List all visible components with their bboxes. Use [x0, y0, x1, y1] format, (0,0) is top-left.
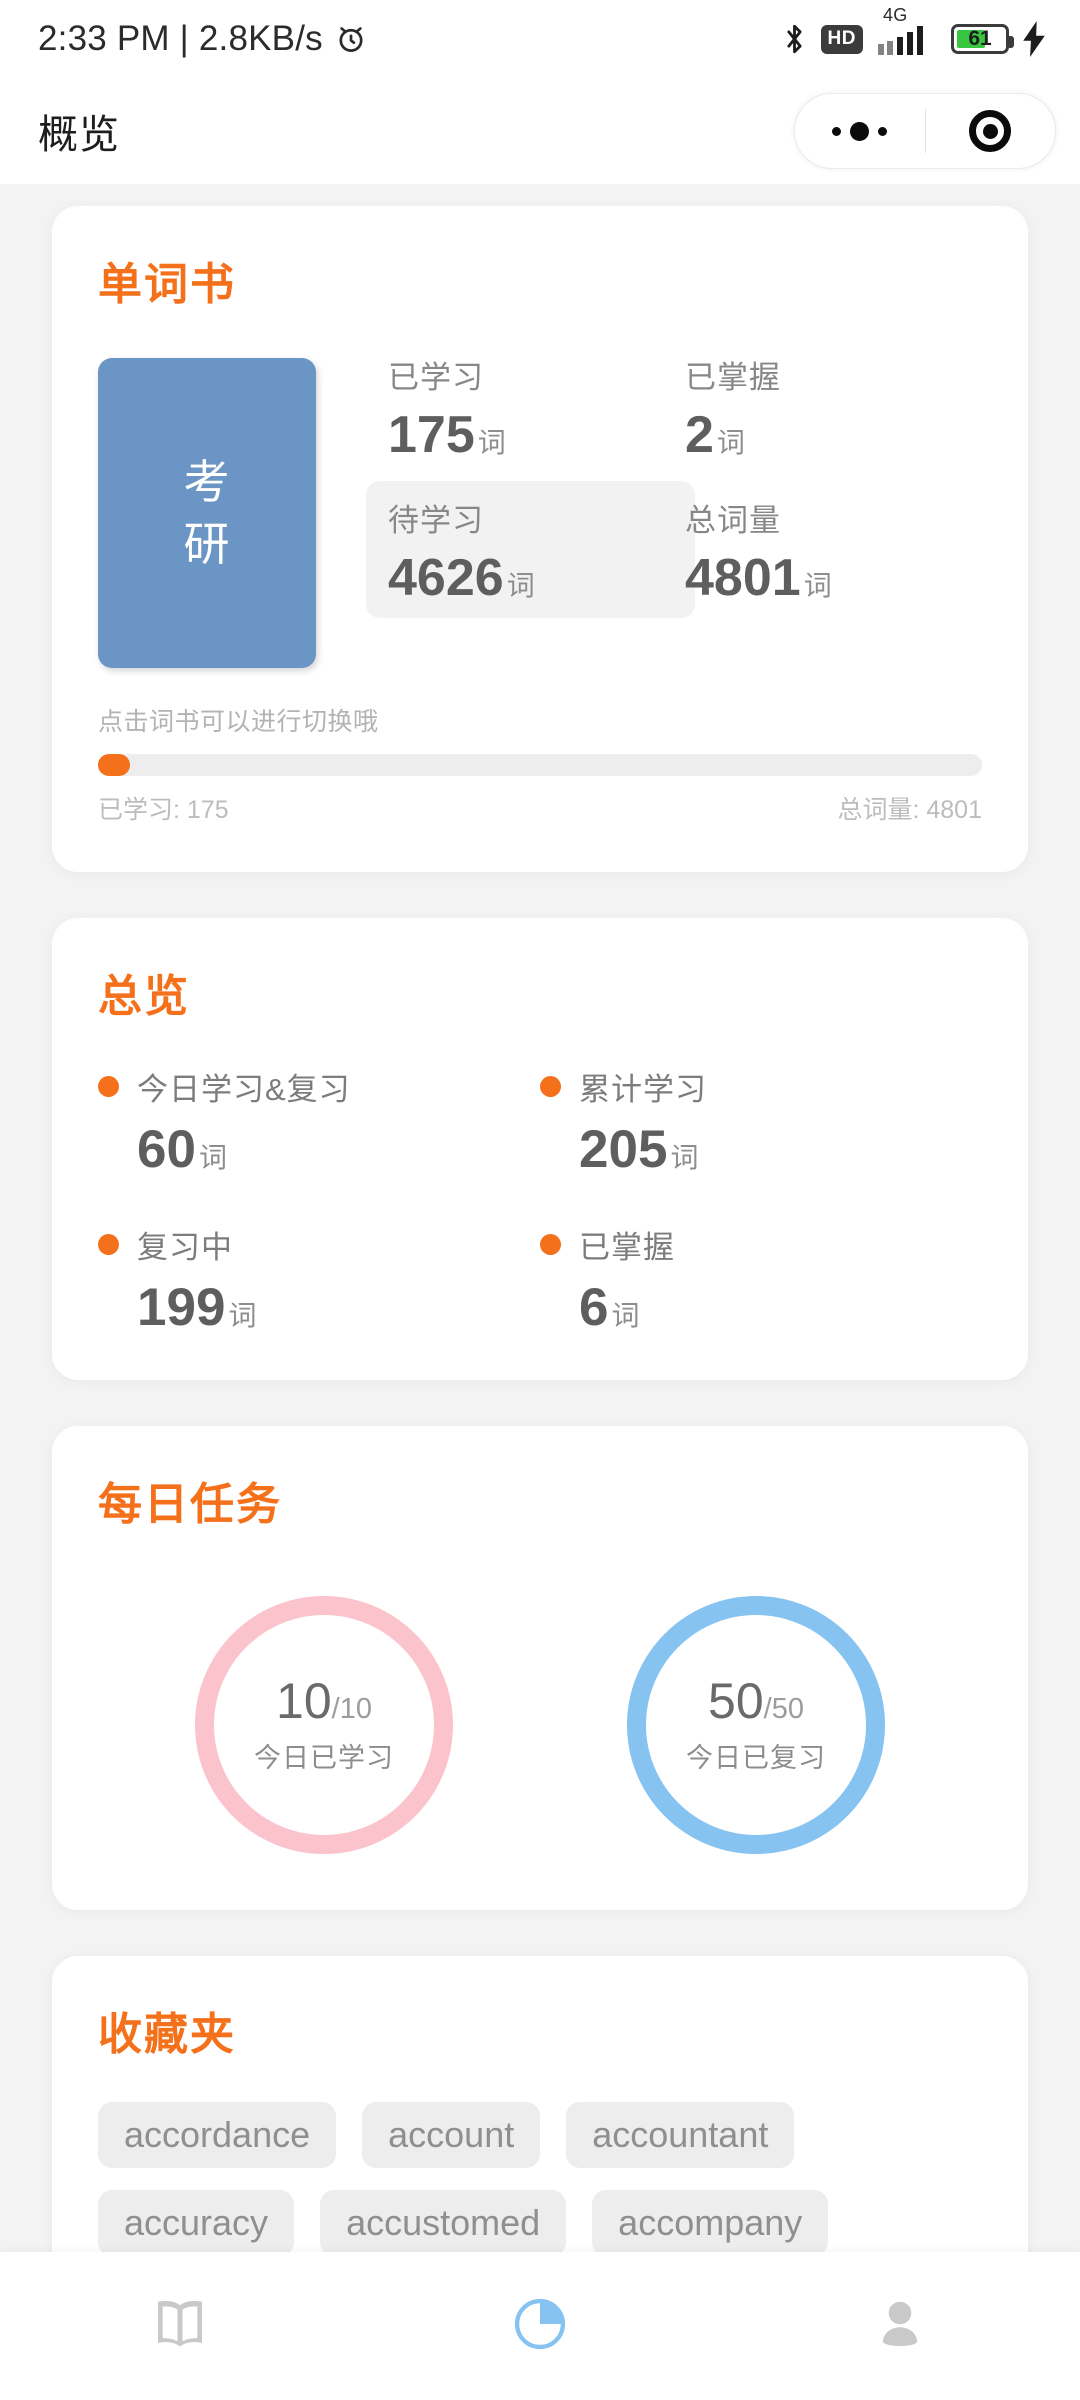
bullet-dot-icon — [98, 1076, 119, 1097]
overview-card: 总览 今日学习&复习 60 词 累计学习 205 词 复习中 199 词 已掌握… — [52, 918, 1028, 1380]
ring-caption: 今日已复习 — [686, 1742, 826, 1773]
favorites-card: 收藏夹 accordance account accountant accuracy a… — [52, 1956, 1028, 2302]
progress-right-label: 总词量: 4801 — [837, 796, 982, 824]
status-bar-left: 2:33 PM | 2.8KB/s — [38, 19, 368, 59]
tab-book[interactable] — [120, 2276, 240, 2376]
wordbook-card[interactable]: 单词书 考 研 已学习 175 词 已掌握 2词 待学习 4626 词 总词量 … — [52, 206, 1028, 872]
favorite-word-chip[interactable]: accustomed — [320, 2190, 567, 2256]
wordbook-title: 单词书 — [98, 260, 236, 309]
book-cover-line-2: 研 — [183, 518, 231, 570]
alarm-clock-icon — [334, 22, 368, 56]
nav-bar: 概览 — [0, 78, 1080, 184]
wordbook-cover[interactable]: 考 研 — [98, 358, 316, 668]
stat-total: 总词量 4801 词 — [685, 495, 982, 604]
status-bar: 2:33 PM | 2.8KB/s HD 4G 61 — [0, 0, 1080, 78]
hd-call-badge: HD — [820, 24, 863, 54]
tab-stats[interactable] — [480, 2276, 600, 2376]
learning-progress-bar — [98, 754, 982, 776]
favorite-word-chip[interactable]: accompany — [592, 2190, 829, 2256]
stat-value: 175 词 — [388, 406, 506, 464]
ring-today-reviewed: 50/50 今日已复习 — [627, 1596, 885, 1854]
network-type-label: 4G — [883, 5, 908, 25]
overview-item-value: 6词 — [579, 1278, 640, 1337]
daily-tasks-card: 每日任务 10/10 今日已学习 50/50 今日已复习 — [52, 1426, 1028, 1910]
book-cover-line-1: 考 — [183, 455, 231, 508]
person-avatar-icon — [867, 2291, 933, 2362]
overview-item-today: 今日学习&复习 60 词 — [98, 1064, 540, 1176]
miniprogram-capsule[interactable] — [794, 93, 1056, 169]
favorite-word-chip[interactable]: account — [362, 2102, 541, 2168]
overview-item-label: 今日学习&复习 — [137, 1072, 351, 1107]
ring-caption: 今日已学习 — [254, 1742, 394, 1773]
favorite-word-chip[interactable]: accountant — [566, 2102, 795, 2168]
daily-tasks-title: 每日任务 — [98, 1480, 282, 1529]
ring-value: 50/50 — [708, 1672, 804, 1729]
bullet-dot-icon — [540, 1076, 561, 1097]
status-time-network: 2:33 PM | 2.8KB/s — [38, 19, 323, 58]
ring-today-learned: 10/10 今日已学习 — [195, 1596, 453, 1854]
stat-label: 已学习 — [388, 360, 484, 395]
progress-fill — [98, 754, 130, 776]
three-dots-icon[interactable] — [795, 94, 925, 168]
open-book-icon — [147, 2291, 213, 2362]
wordbook-stats: 已学习 175 词 已掌握 2词 待学习 4626 词 总词量 4801 词 — [366, 352, 982, 618]
status-bar-right: HD 4G 61 — [781, 5, 1046, 57]
overview-item-reviewing: 复习中 199 词 — [98, 1222, 540, 1334]
favorite-word-chip[interactable]: accordance — [98, 2102, 337, 2168]
overview-item-label: 已掌握 — [579, 1230, 675, 1265]
stat-label: 待学习 — [388, 503, 484, 538]
overview-item-mastered: 已掌握 6词 — [540, 1222, 982, 1334]
page-title: 概览 — [38, 113, 120, 157]
stat-value: 4626 词 — [388, 549, 535, 607]
page-content: 单词书 考 研 已学习 175 词 已掌握 2词 待学习 4626 词 总词量 … — [0, 184, 1080, 2302]
signal-bars-icon: 4G — [876, 5, 938, 56]
battery-level-label: 61 — [968, 27, 992, 50]
bluetooth-icon — [781, 22, 808, 56]
battery-icon: 61 — [951, 24, 1014, 54]
stat-label: 总词量 — [685, 503, 781, 538]
stat-to-learn[interactable]: 待学习 4626 词 — [366, 481, 695, 618]
lightning-bolt-icon — [1022, 21, 1046, 57]
favorite-word-chip[interactable]: accuracy — [98, 2190, 295, 2256]
overview-item-value: 199 词 — [137, 1278, 257, 1337]
target-circle-icon[interactable] — [926, 94, 1056, 168]
favorites-title: 收藏夹 — [98, 2010, 236, 2059]
overview-item-label: 复习中 — [137, 1230, 233, 1265]
stat-learned: 已学习 175 词 — [388, 352, 685, 461]
bottom-tab-bar — [0, 2252, 1080, 2400]
bullet-dot-icon — [98, 1234, 119, 1255]
tab-profile[interactable] — [840, 2276, 960, 2376]
stat-value: 2词 — [685, 406, 745, 464]
progress-left-label: 已学习: 175 — [98, 796, 229, 824]
overview-item-cumulative: 累计学习 205 词 — [540, 1064, 982, 1176]
overview-item-value: 60 词 — [137, 1120, 227, 1179]
bullet-dot-icon — [540, 1234, 561, 1255]
pie-chart-icon — [508, 2292, 572, 2361]
favorites-word-list: accordance account accountant accuracy accus… — [98, 2102, 982, 2256]
ring-value: 10/10 — [276, 1672, 372, 1729]
switch-book-hint: 点击词书可以进行切换哦 — [98, 708, 379, 736]
stat-value: 4801 词 — [685, 549, 832, 607]
overview-title: 总览 — [98, 972, 190, 1021]
stat-mastered: 已掌握 2词 — [685, 352, 982, 461]
stat-label: 已掌握 — [685, 360, 781, 395]
overview-item-value: 205 词 — [579, 1120, 699, 1179]
overview-item-label: 累计学习 — [579, 1072, 707, 1107]
